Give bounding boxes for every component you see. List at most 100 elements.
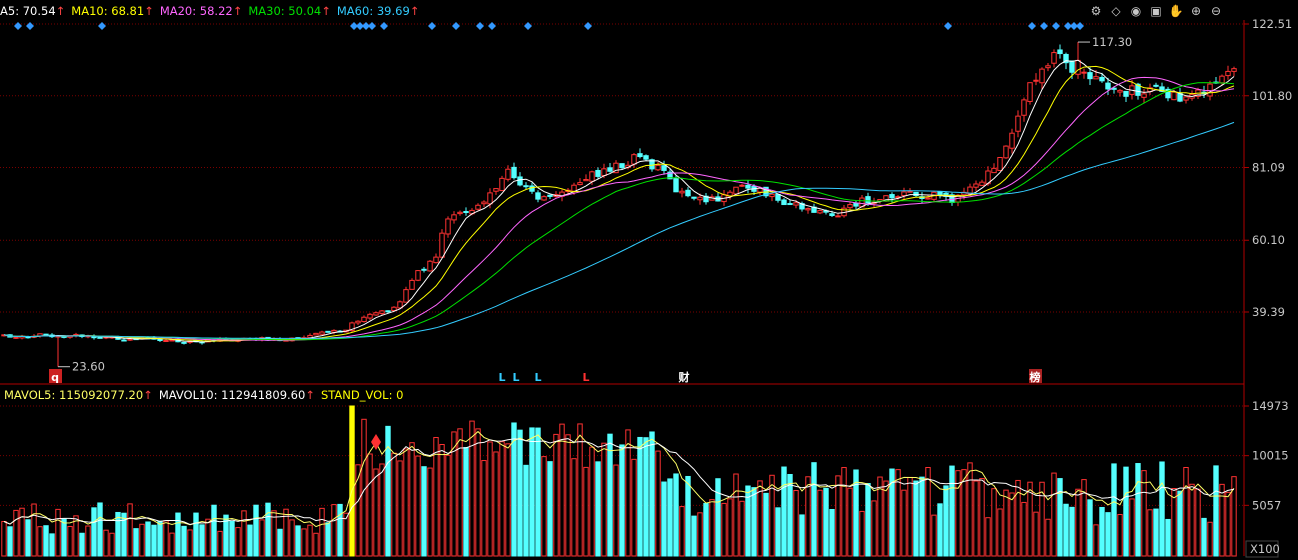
volume-bar: [1009, 492, 1015, 557]
volume-bar: [103, 529, 109, 557]
volume-bar: [421, 466, 427, 557]
event-diamond-icon: [26, 22, 34, 30]
volume-bar: [565, 434, 571, 557]
candle-body: [1123, 90, 1129, 97]
volume-bar: [49, 533, 55, 557]
volume-bar: [949, 465, 955, 557]
volume-bar: [997, 508, 1003, 557]
volume-bar: [139, 523, 145, 557]
candle-body: [1093, 76, 1099, 80]
volume-bar: [817, 489, 823, 557]
volume-bar: [241, 510, 247, 557]
candle-body: [1051, 52, 1057, 64]
volume-bar: [727, 498, 733, 557]
volume-bar: [1177, 490, 1183, 557]
candle-body: [937, 191, 943, 196]
candle-body: [1069, 60, 1075, 73]
price-tick-label: 101.80: [1252, 89, 1292, 103]
legend-item-mavol10: MAVOL10: 112941809.60↑: [158, 388, 315, 402]
volume-bar: [751, 487, 757, 557]
candle-body: [523, 185, 529, 188]
volume-bar: [499, 441, 505, 557]
hand-icon[interactable]: ✋: [1168, 3, 1184, 19]
volume-bar: [901, 489, 907, 557]
volume-bar: [403, 448, 409, 557]
volume-bar: [415, 455, 421, 557]
candle-body: [805, 208, 811, 211]
candle-body: [907, 190, 913, 193]
volume-bar: [1165, 518, 1171, 557]
volume-bar: [697, 512, 703, 557]
volume-bar: [229, 520, 235, 557]
volume-bar: [427, 467, 433, 557]
candle-body: [997, 156, 1003, 171]
volume-bar: [1225, 491, 1231, 557]
settings-icon[interactable]: ⚙: [1088, 3, 1104, 19]
candle-body: [487, 192, 493, 205]
candle-body: [1039, 68, 1045, 84]
volume-bar: [553, 433, 559, 557]
volume-bar: [475, 428, 481, 557]
candle-body: [439, 232, 445, 258]
toolbox-icon[interactable]: ▣: [1148, 3, 1164, 19]
candle-body: [313, 332, 319, 336]
volume-tick-label: 5057: [1252, 498, 1281, 512]
candle-body: [643, 155, 649, 160]
candle-body: [865, 196, 871, 204]
volume-bar: [985, 517, 991, 557]
candle-body: [1153, 84, 1159, 87]
volume-bar: [25, 519, 31, 557]
candle-body: [925, 197, 931, 200]
candle-body: [637, 153, 643, 158]
volume-bar: [1003, 489, 1009, 557]
chart-canvas[interactable]: 39.39 60.10 81.09 101.80 122.51 5057 10015 1497…: [0, 0, 1298, 560]
eye-icon[interactable]: ◉: [1128, 3, 1144, 19]
volume-bar: [61, 518, 67, 557]
zoom-in-icon[interactable]: ⊕: [1188, 3, 1204, 19]
candle-body: [421, 268, 427, 271]
candle-body: [1099, 76, 1105, 82]
volume-bar: [787, 473, 793, 557]
volume-bar: [367, 453, 373, 557]
volume-bar: [211, 504, 217, 557]
marker-q: q: [51, 371, 59, 384]
candle-body: [433, 256, 439, 264]
candle-body: [793, 202, 799, 206]
zoom-out-icon[interactable]: ⊖: [1208, 3, 1224, 19]
volume-bar: [763, 492, 769, 557]
low-label: 23.60: [72, 360, 105, 374]
event-diamond-icon: [524, 22, 532, 30]
event-diamond-icon: [584, 22, 592, 30]
volume-bar: [265, 502, 271, 557]
layout-icon[interactable]: ◇: [1108, 3, 1124, 19]
candle-body: [745, 184, 751, 189]
volume-bar: [319, 507, 325, 557]
event-diamond-icon: [944, 22, 952, 30]
volume-bar: [967, 462, 973, 557]
candle-body: [1021, 99, 1027, 116]
volume-bar: [205, 518, 211, 557]
volume-bar: [301, 528, 307, 557]
volume-bar: [1057, 478, 1063, 557]
volume-bar: [1117, 514, 1123, 557]
candle-body: [847, 204, 853, 209]
volume-bar: [595, 461, 601, 557]
high-label: 117.30: [1092, 35, 1132, 49]
candle-body: [373, 312, 379, 316]
volume-bar: [469, 420, 475, 557]
volume-bar: [637, 436, 643, 557]
volume-bar: [535, 427, 541, 557]
candle-body: [1003, 145, 1009, 159]
volume-bar: [151, 524, 157, 557]
candle-body: [829, 213, 835, 216]
volume-bar: [1183, 467, 1189, 557]
volume-bar: [1123, 466, 1129, 557]
volume-bar: [907, 476, 913, 557]
volume-bar: [55, 508, 61, 557]
stock-chart-app: 39.39 60.10 81.09 101.80 122.51 5057 10015 1497…: [0, 0, 1298, 560]
volume-bar: [721, 502, 727, 557]
volume-bar: [667, 478, 673, 557]
candle-body: [1117, 89, 1123, 93]
volume-bar: [1099, 506, 1105, 557]
volume-bar: [709, 499, 715, 557]
